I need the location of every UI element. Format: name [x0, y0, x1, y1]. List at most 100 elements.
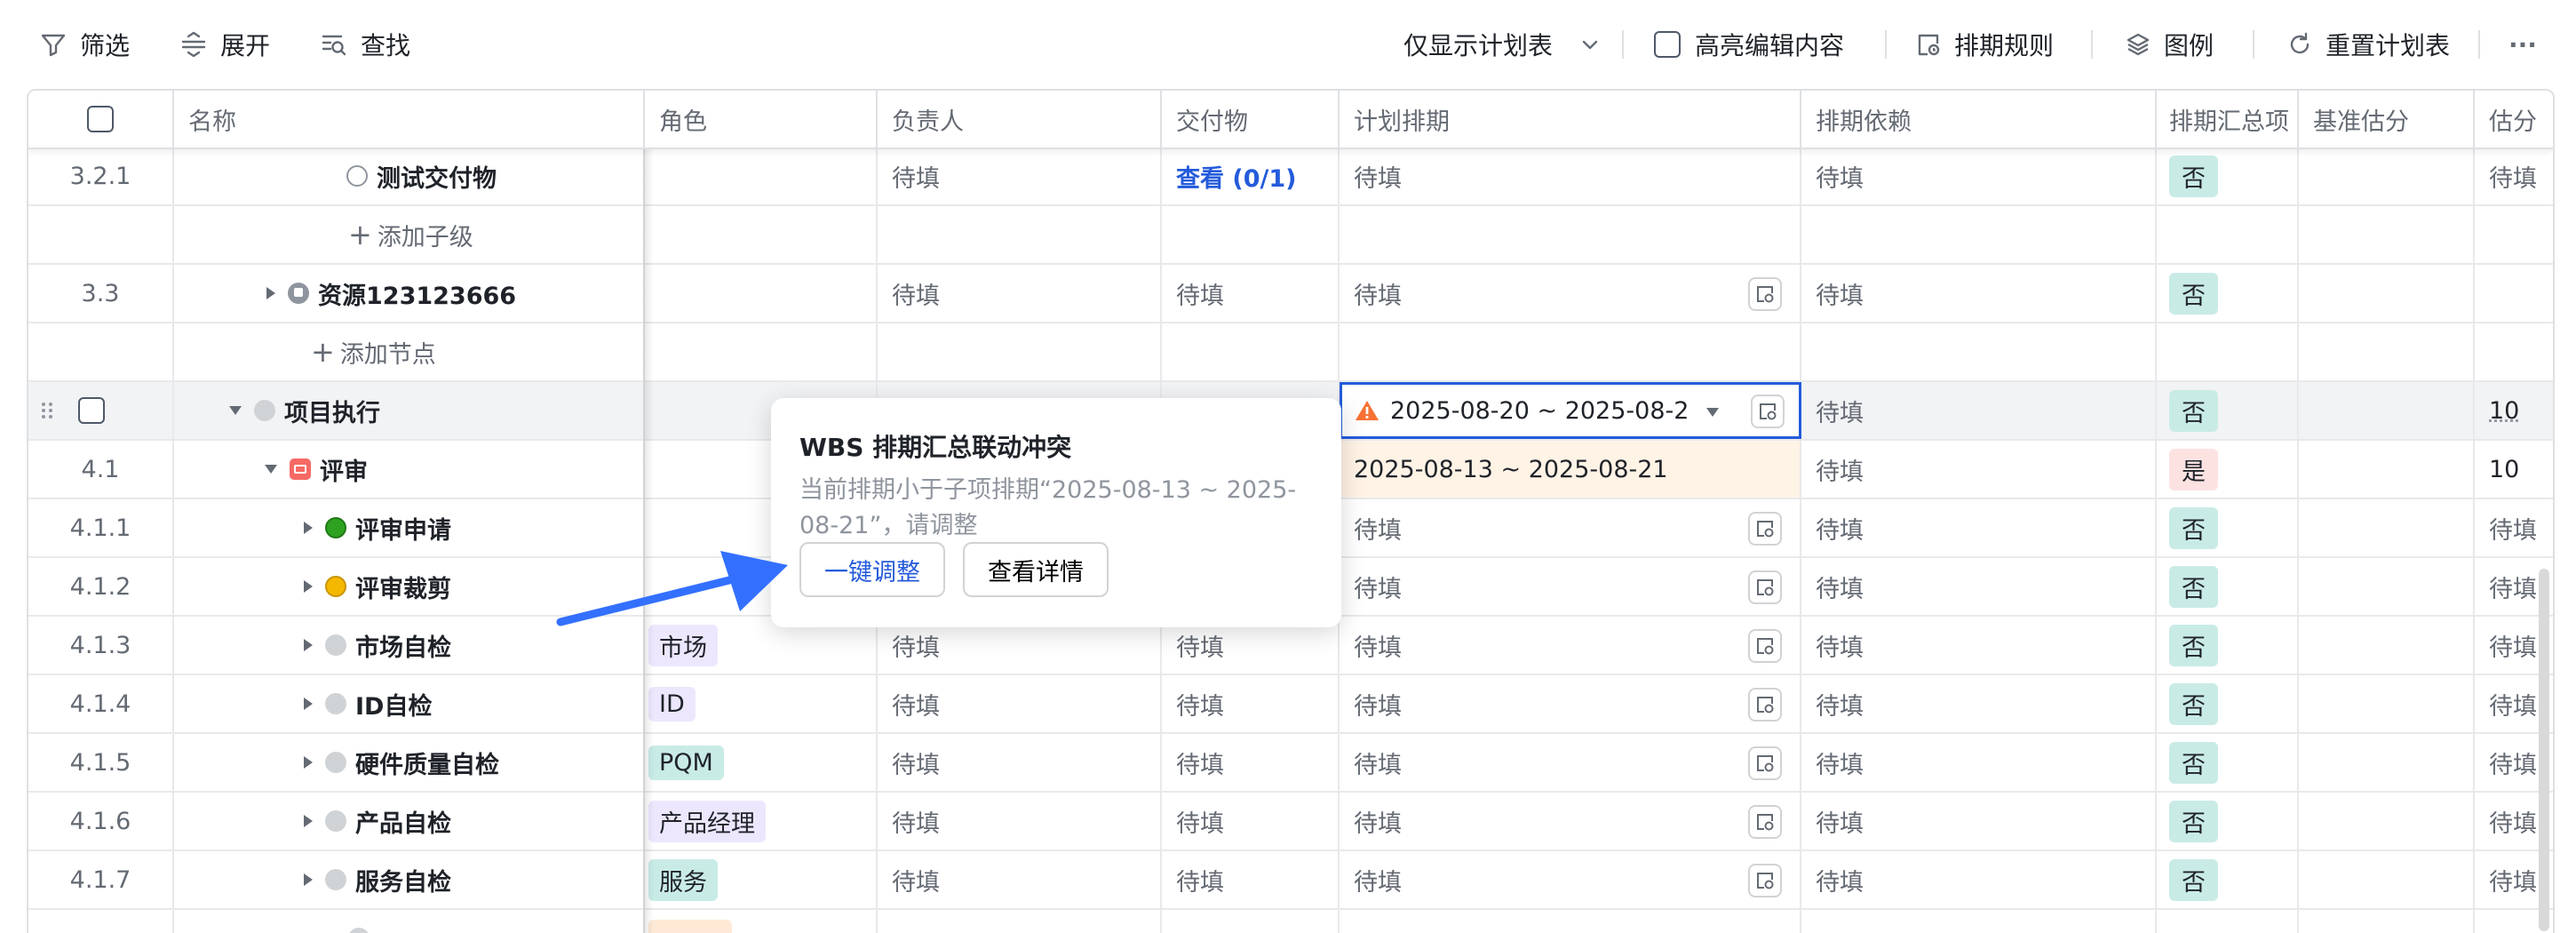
schedule-picker-button[interactable] [1748, 512, 1782, 546]
add-child-button[interactable]: + 添加子级 [174, 206, 645, 263]
summary-cell[interactable]: 否 [2157, 734, 2299, 791]
name-cell[interactable] [174, 910, 645, 933]
schedule-picker-button[interactable] [1748, 805, 1782, 839]
expand-caret-icon[interactable] [304, 756, 313, 769]
table-row[interactable]: 4.1.5 硬件质量自检 PQM 待填 待填 待填 待填 否 待填 [28, 734, 2553, 793]
expand-caret-icon[interactable] [304, 815, 313, 827]
dependency-cell[interactable]: 待填 [1801, 148, 2157, 204]
owner-cell[interactable]: 待填 [878, 265, 1162, 322]
plan-cell[interactable]: 待填 [1340, 851, 1801, 908]
baseline-cell[interactable] [2299, 558, 2475, 615]
summary-cell[interactable]: 否 [2157, 382, 2299, 439]
legend-button[interactable]: 图例 [2125, 23, 2214, 66]
table-row[interactable]: 4.1.6 产品自检 产品经理 待填 待填 待填 待填 否 待填 [28, 793, 2553, 851]
dependency-cell[interactable]: 待填 [1801, 734, 2157, 791]
summary-cell[interactable]: 否 [2157, 265, 2299, 322]
deliverable-cell[interactable]: 待填 [1162, 734, 1340, 791]
plan-cell[interactable]: 待填 [1340, 265, 1801, 322]
dependency-cell[interactable]: 待填 [1801, 617, 2157, 674]
deliverable-cell[interactable] [1162, 910, 1340, 933]
plan-cell[interactable]: 待填 [1340, 793, 1801, 849]
plan-editor[interactable]: 2025-08-20 ~ 2025-08-2 [1340, 382, 1801, 439]
schedule-picker-button[interactable] [1748, 629, 1782, 663]
table-row[interactable] [28, 910, 2553, 933]
reset-button[interactable]: 重置计划表 [2286, 23, 2450, 66]
expand-caret-icon[interactable] [304, 522, 313, 534]
name-cell[interactable]: 服务自检 [174, 851, 645, 908]
estimate-cell[interactable]: 待填 [2475, 499, 2553, 556]
owner-cell[interactable]: 待填 [878, 148, 1162, 204]
dropdown-caret-icon[interactable] [1706, 408, 1719, 417]
find-button[interactable]: 查找 [320, 23, 410, 66]
col-role[interactable]: 角色 [645, 91, 878, 148]
baseline-cell[interactable] [2299, 734, 2475, 791]
dependency-cell[interactable] [1801, 910, 2157, 933]
estimate-cell[interactable]: 10 [2475, 441, 2553, 498]
summary-cell[interactable]: 否 [2157, 793, 2299, 849]
drag-handle-icon[interactable] [41, 401, 53, 420]
deliverable-cell[interactable]: 待填 [1162, 793, 1340, 849]
role-cell[interactable] [645, 148, 878, 204]
owner-cell[interactable]: 待填 [878, 851, 1162, 908]
plan-cell[interactable]: 待填 [1340, 558, 1801, 615]
name-cell[interactable]: ID自检 [174, 675, 645, 732]
role-cell[interactable]: 服务 [645, 851, 878, 908]
summary-cell[interactable]: 否 [2157, 851, 2299, 908]
deliverable-cell[interactable]: 待填 [1162, 851, 1340, 908]
dependency-cell[interactable]: 待填 [1801, 441, 2157, 498]
add-node-button[interactable]: + 添加节点 [174, 323, 645, 380]
filter-button[interactable]: 筛选 [39, 23, 130, 66]
schedule-picker-button[interactable] [1748, 688, 1782, 722]
col-baseline[interactable]: 基准估分 [2299, 91, 2475, 148]
baseline-cell[interactable] [2299, 617, 2475, 674]
dependency-cell[interactable]: 待填 [1801, 265, 2157, 322]
plan-cell[interactable]: 待填 [1340, 734, 1801, 791]
expand-caret-icon[interactable] [304, 639, 313, 651]
summary-cell[interactable]: 否 [2157, 148, 2299, 204]
schedule-picker-button[interactable] [1748, 746, 1782, 780]
collapse-caret-icon[interactable] [265, 465, 277, 474]
table-row[interactable]: 4.1.4 ID自检 ID 待填 待填 待填 待填 否 待填 [28, 675, 2553, 734]
plan-cell[interactable]: 待填 [1340, 617, 1801, 674]
schedule-picker-button[interactable] [1751, 395, 1785, 428]
name-cell[interactable]: 测试交付物 [174, 148, 645, 204]
owner-cell[interactable] [878, 910, 1162, 933]
plan-cell[interactable]: 待填 [1340, 148, 1801, 204]
rules-button[interactable]: 排期规则 [1915, 23, 2054, 66]
dependency-cell[interactable]: 待填 [1801, 675, 2157, 732]
expand-caret-icon[interactable] [304, 873, 313, 886]
highlight-checkbox[interactable] [1654, 31, 1681, 58]
auto-adjust-button[interactable]: 一键调整 [799, 542, 945, 597]
baseline-cell[interactable] [2299, 265, 2475, 322]
expand-caret-icon[interactable] [266, 287, 275, 299]
expand-caret-icon[interactable] [304, 698, 313, 710]
baseline-cell[interactable] [2299, 851, 2475, 908]
role-cell[interactable]: 产品经理 [645, 793, 878, 849]
baseline-cell[interactable] [2299, 441, 2475, 498]
baseline-cell[interactable] [2299, 148, 2475, 204]
dependency-cell[interactable]: 待填 [1801, 793, 2157, 849]
dependency-cell[interactable]: 待填 [1801, 558, 2157, 615]
deliverable-link[interactable]: 查看 (0/1) [1162, 148, 1340, 204]
schedule-picker-button[interactable] [1748, 864, 1782, 897]
summary-cell[interactable] [2157, 910, 2299, 933]
col-estimate[interactable]: 估分 [2475, 91, 2553, 148]
summary-cell[interactable]: 否 [2157, 499, 2299, 556]
summary-cell[interactable]: 是 [2157, 441, 2299, 498]
schedule-picker-button[interactable] [1748, 277, 1782, 311]
deliverable-cell[interactable]: 待填 [1162, 265, 1340, 322]
name-cell[interactable]: 评审 [174, 441, 645, 498]
deliverable-cell[interactable]: 待填 [1162, 675, 1340, 732]
estimate-cell[interactable] [2475, 265, 2553, 322]
col-deliverable[interactable]: 交付物 [1162, 91, 1340, 148]
owner-cell[interactable]: 待填 [878, 793, 1162, 849]
name-cell[interactable]: 硬件质量自检 [174, 734, 645, 791]
role-cell[interactable] [645, 910, 878, 933]
col-summary[interactable]: 排期汇总项 [2157, 91, 2299, 148]
estimate-cell[interactable]: 待填 [2475, 148, 2553, 204]
view-details-button[interactable]: 查看详情 [963, 542, 1109, 597]
expand-caret-icon[interactable] [304, 580, 313, 593]
name-cell[interactable]: 项目执行 [174, 382, 645, 439]
table-row[interactable]: 3.3 资源123123666 待填 待填 待填 待填 否 [28, 265, 2553, 323]
owner-cell[interactable]: 待填 [878, 734, 1162, 791]
